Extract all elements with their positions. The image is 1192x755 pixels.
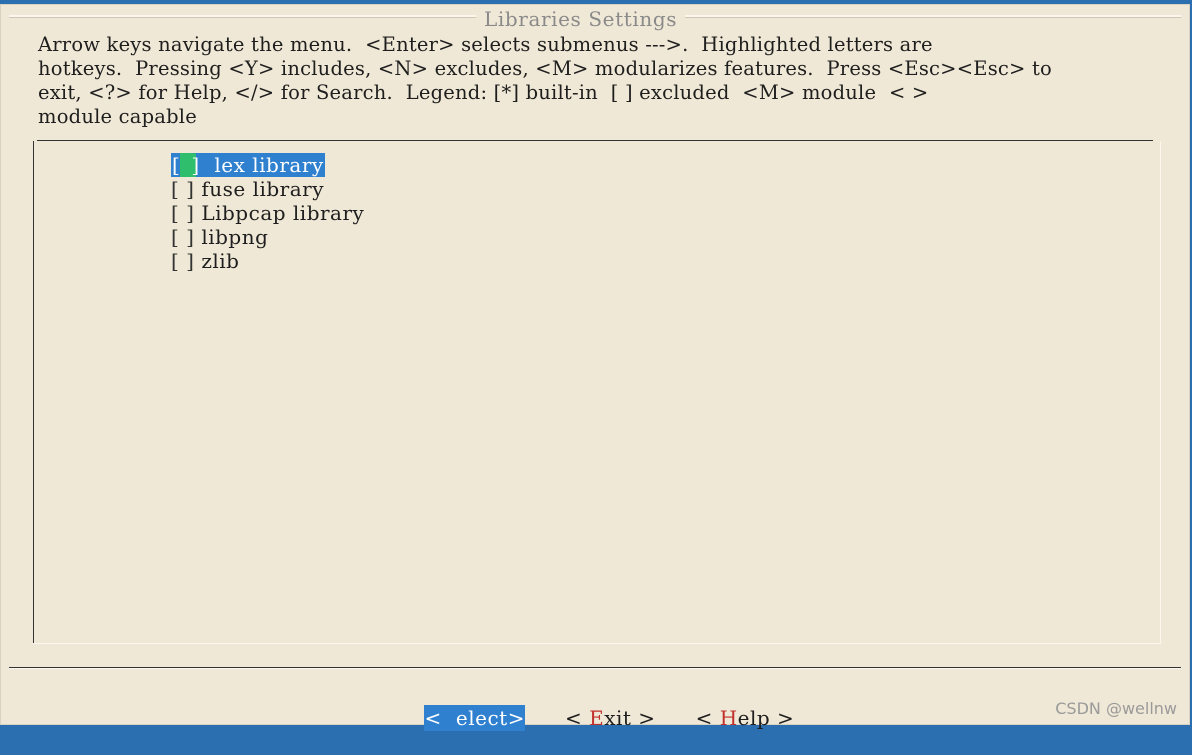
help-line-3: exit, <?> for Help, </> for Search. Lege…: [38, 81, 929, 104]
select-button-label: elect: [455, 706, 508, 730]
select-button-right: >: [507, 706, 525, 730]
checkbox-close-bracket: ]: [191, 153, 200, 177]
menu-box-bottom-highlight: [33, 643, 1161, 644]
selected-row-highlight: [█] flex library: [171, 153, 325, 177]
menu-item-libpcap-library[interactable]: [ ] Libpcap library: [171, 201, 364, 225]
exit-button-label: xit: [604, 706, 632, 730]
watermark: CSDN @wellnw: [1055, 699, 1177, 718]
menu-item-label: lex library: [214, 153, 324, 177]
help-line-1: Arrow keys navigate the menu. <Enter> se…: [38, 33, 933, 56]
exit-button-left: <: [564, 706, 590, 730]
help-line-4: module capable: [38, 105, 197, 128]
menu-item-libpng[interactable]: [ ] libpng: [171, 225, 364, 249]
checkbox[interactable]: [ ]: [171, 177, 194, 201]
checkbox[interactable]: [ ]: [171, 201, 194, 225]
menu-item-zlib[interactable]: [ ] zlib: [171, 249, 364, 273]
menu-item-flex-library[interactable]: [█] flex library: [171, 153, 364, 177]
exit-button-hotkey: E: [589, 706, 605, 730]
help-button[interactable]: < Help >: [696, 705, 795, 731]
menu-item-label: libpng: [201, 225, 269, 249]
help-button-hotkey: H: [719, 706, 738, 730]
checkbox[interactable]: [ ]: [171, 225, 194, 249]
exit-button-right: >: [631, 706, 656, 730]
help-line-2: hotkeys. Pressing <Y> includes, <N> excl…: [38, 57, 1052, 80]
help-text: Arrow keys navigate the menu. <Enter> se…: [38, 33, 1178, 129]
help-button-left: <: [695, 706, 720, 730]
select-button-left: <: [424, 706, 442, 730]
menu-item-label: fuse library: [201, 177, 325, 201]
cursor-icon: █: [180, 153, 197, 177]
menu-list: [█] flex library [ ] fuse library [ ] Li…: [171, 153, 364, 273]
exit-button[interactable]: < Exit >: [565, 705, 656, 731]
button-bar-border-highlight: [9, 668, 1181, 669]
select-button-hotkey: S: [441, 706, 456, 730]
window-title: Libraries Settings: [476, 7, 686, 31]
help-button-right: >: [770, 706, 795, 730]
select-button[interactable]: <Select>: [424, 705, 525, 731]
menu-item-label: Libpcap library: [201, 201, 365, 225]
menu-item-label: zlib: [201, 249, 240, 273]
menu-item-fuse-library[interactable]: [ ] fuse library: [171, 177, 364, 201]
checkbox[interactable]: [ ]: [171, 249, 194, 273]
help-button-label: elp: [737, 706, 771, 730]
button-bar: <Select> < Exit > < Help >: [399, 681, 834, 755]
menuconfig-window: Libraries Settings Arrow keys navigate t…: [0, 4, 1190, 731]
